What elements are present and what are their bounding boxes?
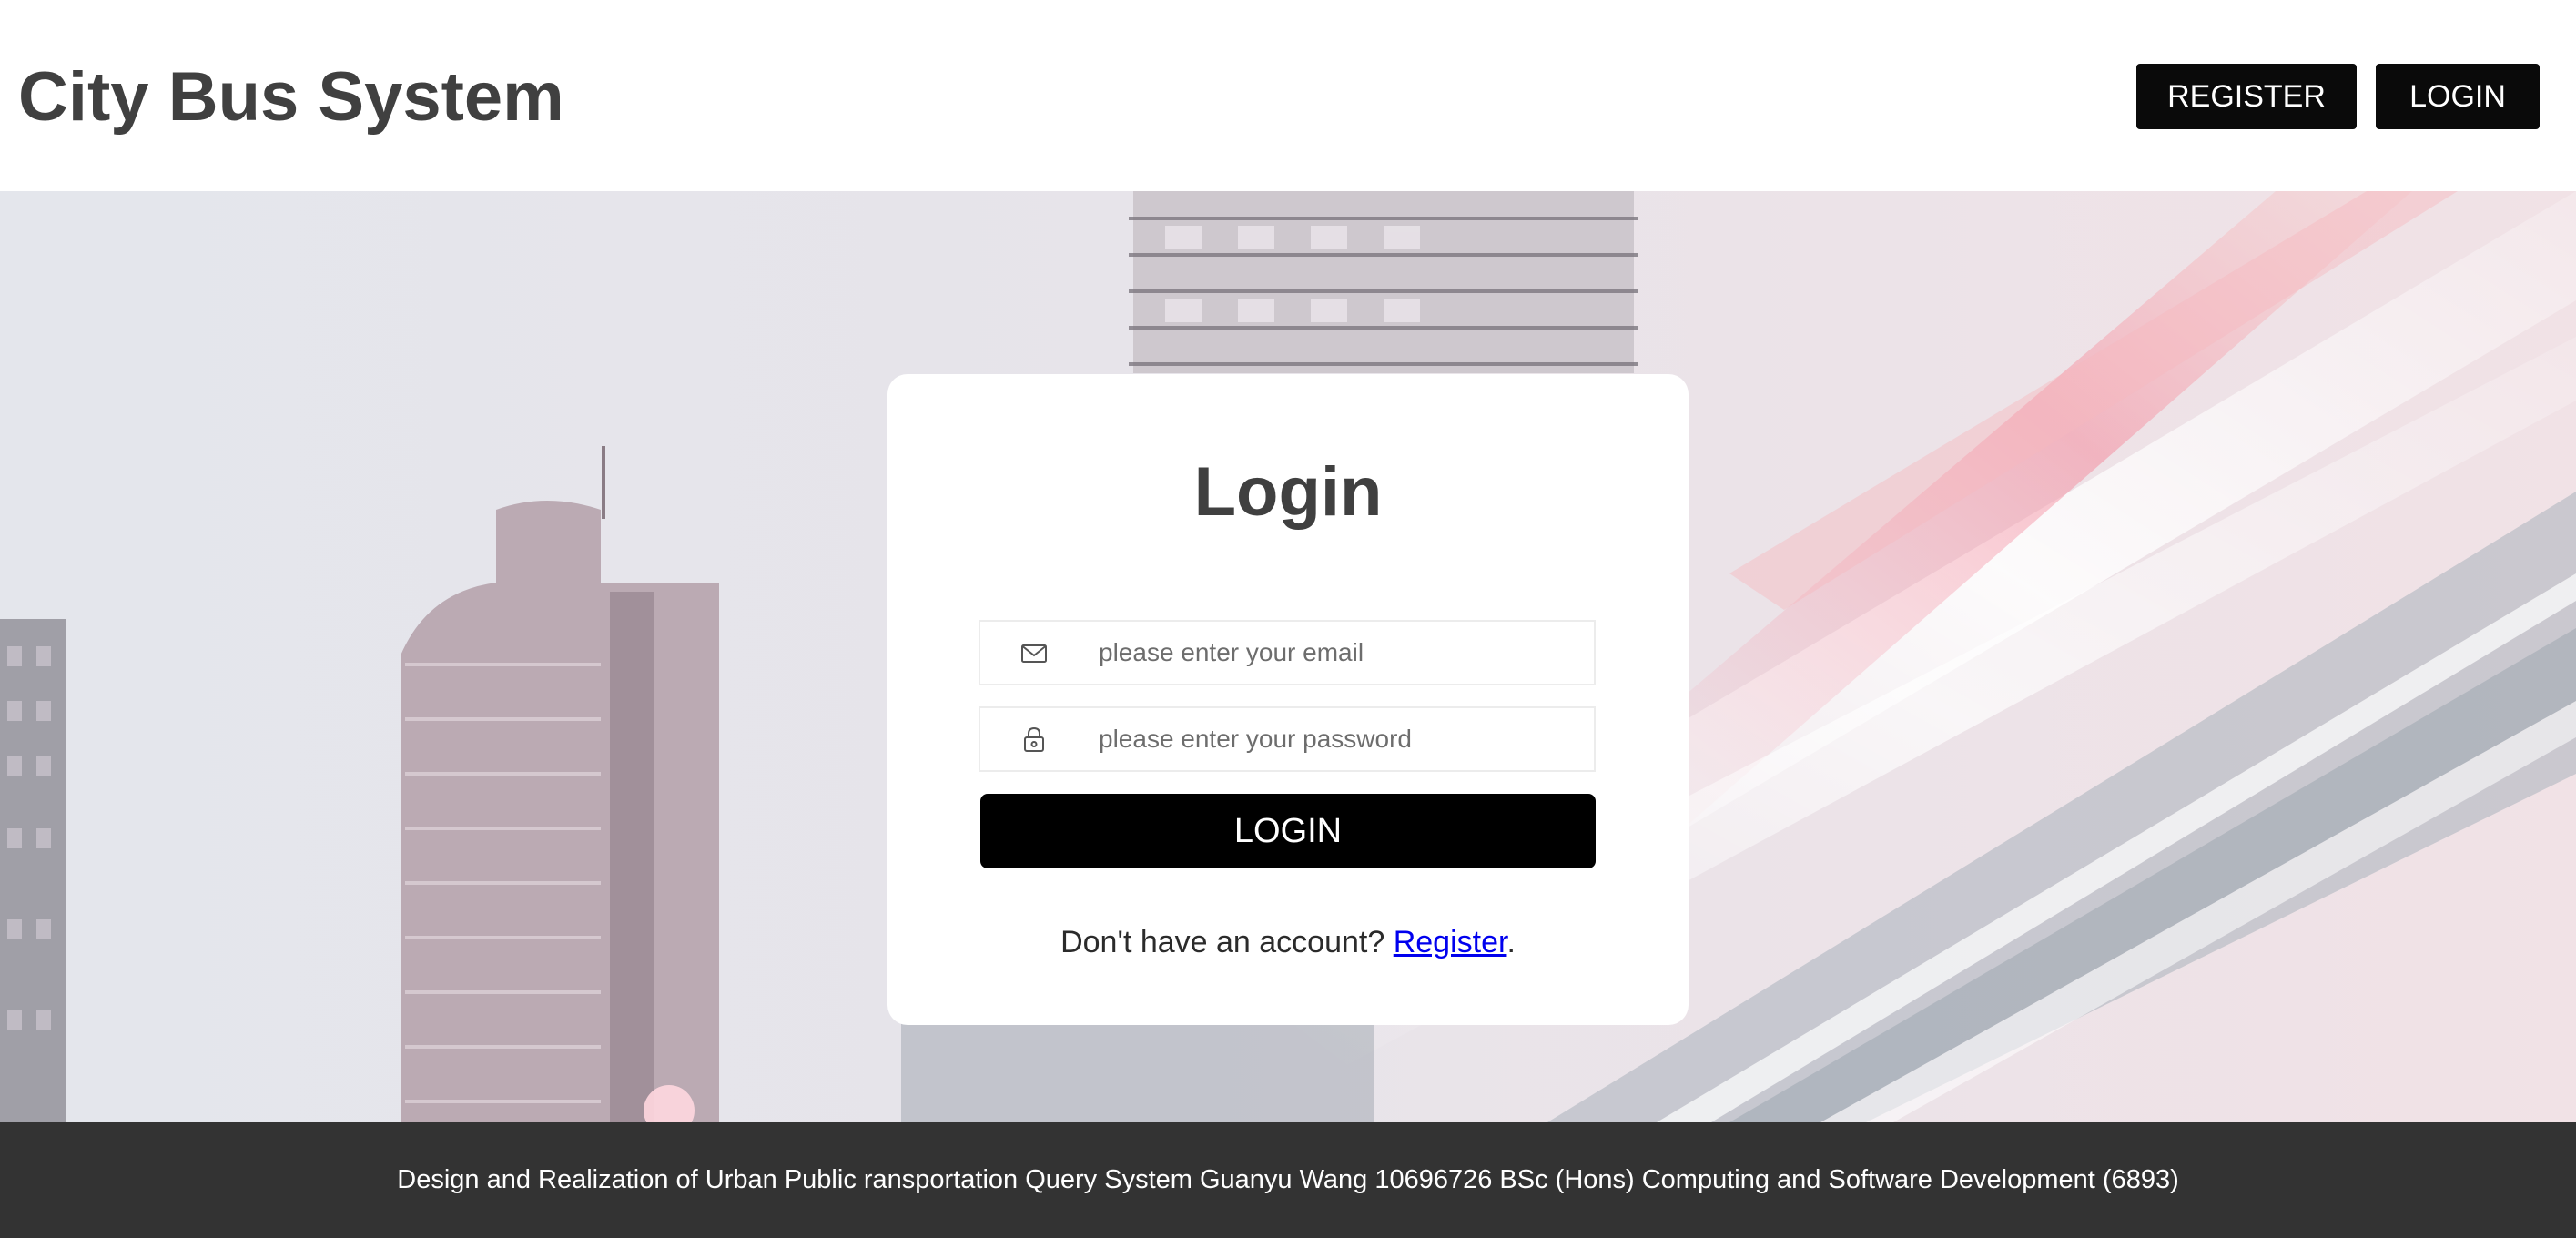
login-submit-button[interactable]: LOGIN (980, 794, 1596, 868)
signup-prompt-suffix: . (1506, 925, 1516, 959)
site-header: City Bus System REGISTER LOGIN (0, 0, 2576, 191)
login-heading: Login (1193, 453, 1383, 531)
signup-prompt-text: Don't have an account? (1060, 925, 1394, 959)
email-input[interactable] (1099, 622, 1581, 684)
site-footer: Design and Realization of Urban Public r… (0, 1122, 2576, 1238)
footer-text: Design and Realization of Urban Public r… (397, 1165, 2179, 1194)
padlock-icon (1024, 726, 1044, 752)
login-card: Login LOGIN Don't have an account? Regis… (887, 374, 1689, 1025)
register-link[interactable]: Register (1394, 925, 1507, 959)
email-field[interactable] (979, 620, 1596, 685)
password-input[interactable] (1099, 708, 1581, 770)
password-field[interactable] (979, 706, 1596, 772)
site-title: City Bus System (18, 58, 564, 136)
register-nav-button[interactable]: REGISTER (2136, 64, 2357, 129)
envelope-icon (1021, 644, 1047, 663)
signup-prompt: Don't have an account? Register. (887, 922, 1689, 962)
login-nav-button[interactable]: LOGIN (2376, 64, 2540, 129)
